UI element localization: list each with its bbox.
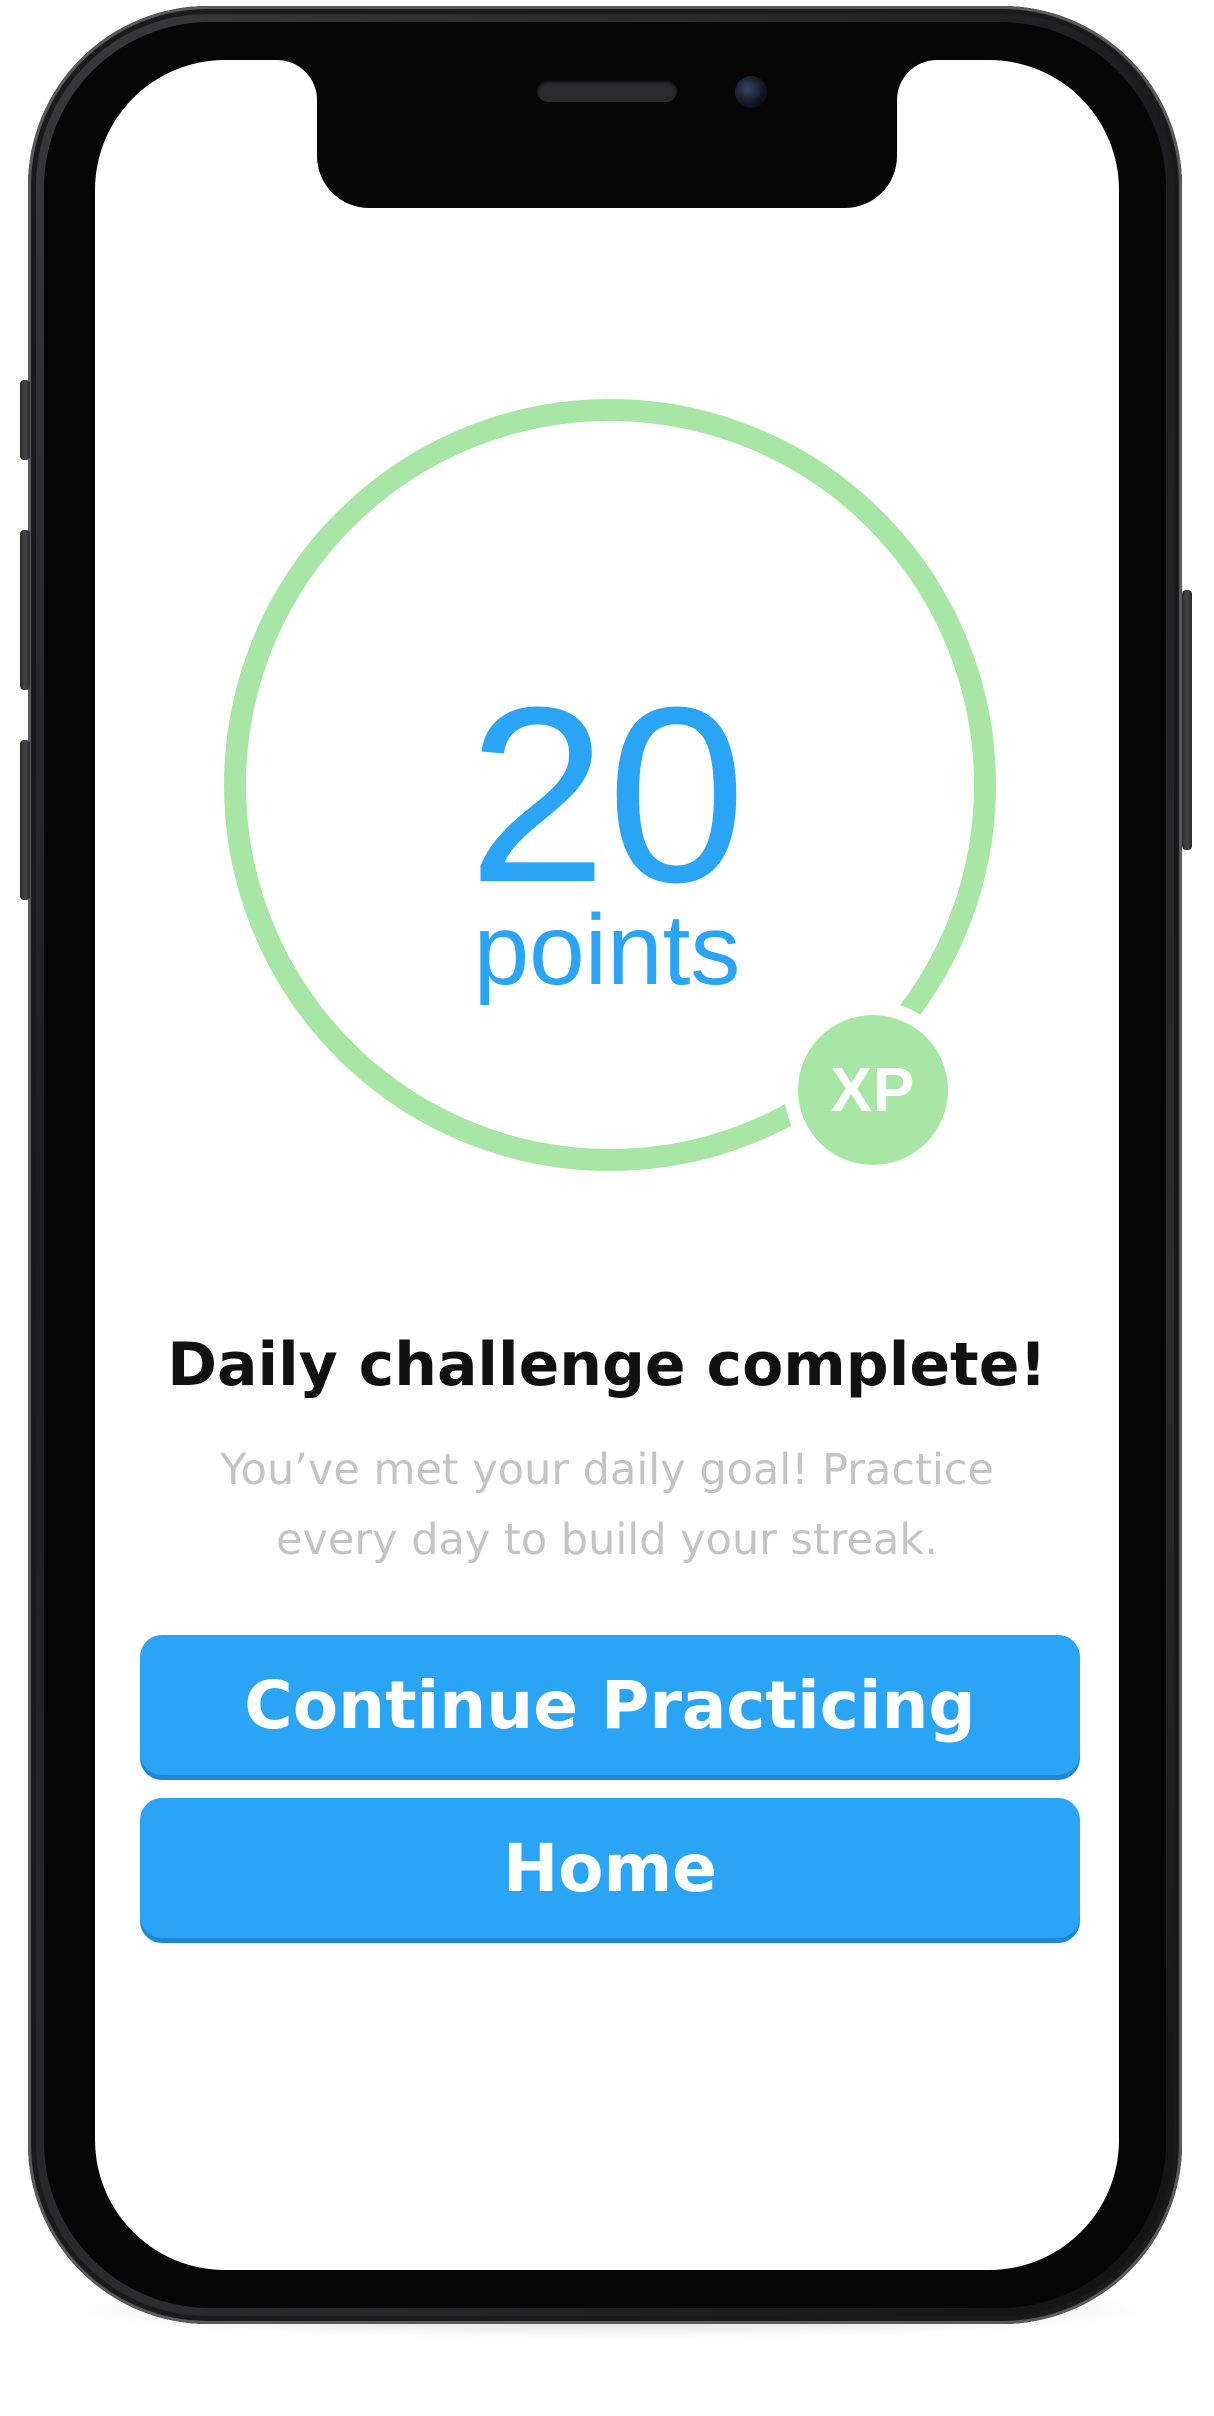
- continue-practicing-button[interactable]: Continue Practicing: [140, 1635, 1080, 1775]
- power-button: [1182, 590, 1192, 850]
- speaker-grille: [537, 80, 677, 102]
- completion-subtitle: You’ve met your daily goal! Practice eve…: [220, 1445, 994, 1565]
- points-value: 20: [467, 655, 747, 934]
- xp-badge: XP: [798, 1015, 948, 1165]
- front-camera-icon: [735, 76, 767, 108]
- mute-switch: [20, 380, 30, 460]
- phone-notch: [317, 60, 897, 208]
- home-button[interactable]: Home: [140, 1798, 1080, 1938]
- app-screen: 20 points XP Daily challenge complete! Y…: [95, 60, 1119, 2270]
- completion-title: Daily challenge complete!: [167, 1330, 1047, 1400]
- points-unit-label: points: [473, 894, 741, 1006]
- volume-up-button: [20, 530, 30, 690]
- volume-down-button: [20, 740, 30, 900]
